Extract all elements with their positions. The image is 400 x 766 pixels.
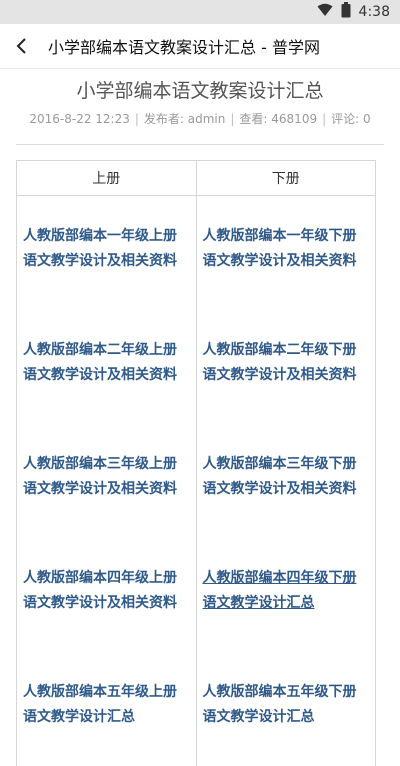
back-arrow-icon[interactable] xyxy=(0,24,44,68)
article-content: 小学部编本语文教案设计汇总 2016-8-22 12:23 | 发布者: admin… xyxy=(0,75,400,766)
table-cell: 人教版部编本五年级上册语文教学设计汇总 xyxy=(16,652,197,766)
resource-link[interactable]: 人教版部编本一年级下册语文教学设计及相关资料 xyxy=(203,224,370,274)
resource-link[interactable]: 人教版部编本二年级上册语文教学设计及相关资料 xyxy=(23,338,190,388)
status-time: 4:38 xyxy=(358,4,390,20)
table-row: 人教版部编本一年级上册语文教学设计及相关资料 人教版部编本一年级下册语文教学设计… xyxy=(16,195,376,310)
battery-icon xyxy=(341,2,351,22)
table-row: 人教版部编本五年级上册语文教学设计汇总 人教版部编本五年级下册语文教学设计汇总 xyxy=(16,652,376,766)
table-row: 人教版部编本三年级上册语文教学设计及相关资料 人教版部编本三年级下册语文教学设计… xyxy=(16,424,376,538)
resource-table: 上册 下册 人教版部编本一年级上册语文教学设计及相关资料 人教版部编本一年级下册… xyxy=(16,160,376,766)
resource-link[interactable]: 人教版部编本二年级下册语文教学设计及相关资料 xyxy=(203,338,370,388)
resource-link[interactable]: 人教版部编本五年级下册语文教学设计汇总 xyxy=(203,680,370,730)
app-bar: 小学部编本语文教案设计汇总 - 普学网 xyxy=(0,24,400,69)
column-header-volume-2: 下册 xyxy=(195,160,376,196)
meta-separator: | xyxy=(322,112,327,126)
table-cell: 人教版部编本四年级上册语文教学设计及相关资料 xyxy=(16,538,197,652)
table-cell: 人教版部编本三年级下册语文教学设计及相关资料 xyxy=(195,424,376,538)
meta-views: 查看: 468109 xyxy=(239,112,318,126)
divider xyxy=(16,144,384,145)
meta-comments: 评论: 0 xyxy=(331,112,371,126)
column-header-volume-1: 上册 xyxy=(16,160,197,196)
table-header-row: 上册 下册 xyxy=(16,160,376,196)
table-cell: 人教版部编本四年级下册语文教学设计汇总 xyxy=(195,538,376,652)
meta-author: 发布者: admin xyxy=(143,112,226,126)
table-row: 人教版部编本四年级上册语文教学设计及相关资料 人教版部编本四年级下册语文教学设计… xyxy=(16,538,376,652)
table-cell: 人教版部编本一年级上册语文教学设计及相关资料 xyxy=(16,195,197,310)
app-bar-title: 小学部编本语文教案设计汇总 - 普学网 xyxy=(48,38,320,57)
resource-link[interactable]: 人教版部编本五年级上册语文教学设计汇总 xyxy=(23,680,190,730)
status-bar: 4:38 xyxy=(0,0,400,24)
table-cell: 人教版部编本二年级下册语文教学设计及相关资料 xyxy=(195,310,376,424)
resource-link[interactable]: 人教版部编本三年级下册语文教学设计及相关资料 xyxy=(203,452,370,502)
article-meta: 2016-8-22 12:23 | 发布者: admin | 查看: 468109 | 评论… xyxy=(16,109,384,129)
table-row: 人教版部编本二年级上册语文教学设计及相关资料 人教版部编本二年级下册语文教学设计… xyxy=(16,310,376,424)
table-cell: 人教版部编本一年级下册语文教学设计及相关资料 xyxy=(195,195,376,310)
wifi-icon xyxy=(317,3,333,21)
meta-separator: | xyxy=(230,112,235,126)
meta-date: 2016-8-22 12:23 xyxy=(29,112,130,126)
table-cell: 人教版部编本二年级上册语文教学设计及相关资料 xyxy=(16,310,197,424)
table-cell: 人教版部编本五年级下册语文教学设计汇总 xyxy=(195,652,376,766)
article-title: 小学部编本语文教案设计汇总 xyxy=(76,80,324,102)
resource-link[interactable]: 人教版部编本三年级上册语文教学设计及相关资料 xyxy=(23,452,190,502)
table-cell: 人教版部编本三年级上册语文教学设计及相关资料 xyxy=(16,424,197,538)
resource-link[interactable]: 人教版部编本四年级下册语文教学设计汇总 xyxy=(203,566,370,616)
resource-link[interactable]: 人教版部编本四年级上册语文教学设计及相关资料 xyxy=(23,566,190,616)
status-bar-right: 4:38 xyxy=(317,0,390,24)
resource-link[interactable]: 人教版部编本一年级上册语文教学设计及相关资料 xyxy=(23,224,190,274)
meta-separator: | xyxy=(134,112,139,126)
